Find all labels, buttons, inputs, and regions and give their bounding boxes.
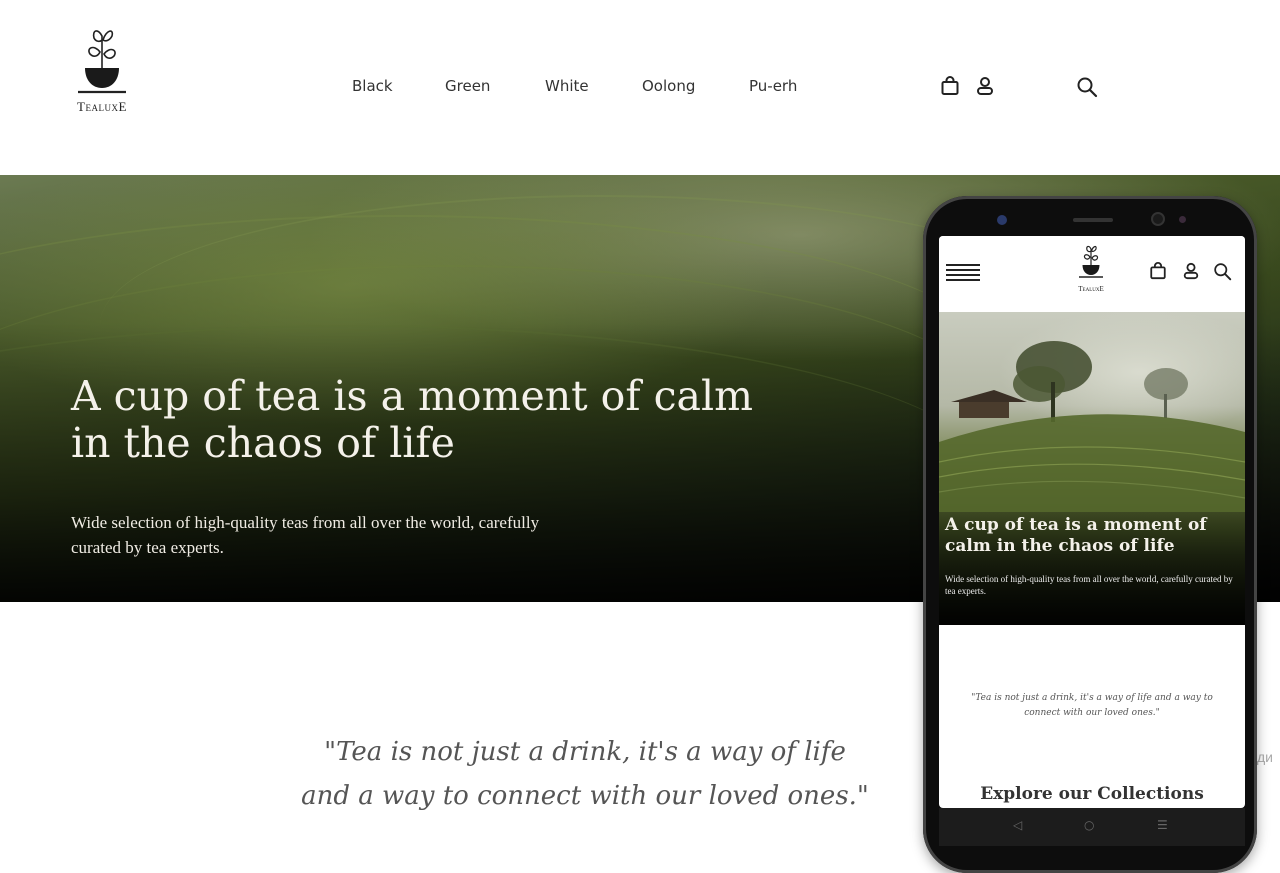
tea-cup-logo-icon <box>78 30 126 94</box>
nav-item-pu-erh[interactable]: Pu-erh <box>749 77 797 95</box>
mobile-hero-banner: A cup of tea is a moment of calm in the … <box>939 312 1245 625</box>
mobile-brand-logo[interactable]: TealuxE <box>1074 244 1108 293</box>
brand-logo[interactable]: TealuxE <box>70 26 134 116</box>
recent-apps-nav-icon[interactable]: ☰ <box>1157 818 1168 832</box>
shopping-bag-icon[interactable] <box>1149 262 1167 280</box>
mobile-header: TealuxE <box>939 236 1245 312</box>
nav-item-oolong[interactable]: Oolong <box>642 77 695 95</box>
truncated-edge-text: ди <box>1257 749 1273 765</box>
search-icon[interactable] <box>1076 76 1098 98</box>
android-nav-bar: ◁ ○ ☰ <box>939 808 1245 846</box>
mobile-brand-wordmark: TealuxE <box>1078 285 1104 293</box>
hamburger-menu-icon[interactable] <box>946 264 980 282</box>
site-header: TealuxE Black Green White Oolong Pu-erh <box>0 0 1280 175</box>
brand-wordmark: TealuxE <box>77 99 127 114</box>
misty-tree-scene <box>939 341 1245 512</box>
phone-screen: TealuxE A cup of tea is a moment of calm… <box>939 236 1245 808</box>
nav-item-black[interactable]: Black <box>352 77 393 95</box>
phone-speaker <box>1073 218 1113 222</box>
shopping-bag-icon[interactable] <box>940 76 960 96</box>
phone-mockup: TealuxE A cup of tea is a moment of calm… <box>923 196 1257 873</box>
front-camera <box>997 215 1007 225</box>
tea-cup-logo-icon <box>1079 245 1103 278</box>
hero-title: A cup of tea is a moment of calm in the … <box>71 372 753 467</box>
mobile-hero-title: A cup of tea is a moment of calm in the … <box>945 515 1207 556</box>
back-nav-icon[interactable]: ◁ <box>1013 818 1022 832</box>
mobile-hero-subtitle: Wide selection of high-quality teas from… <box>945 574 1233 596</box>
home-nav-icon[interactable]: ○ <box>1084 818 1094 832</box>
nav-item-white[interactable]: White <box>545 77 589 95</box>
mobile-tea-quote: "Tea is not just a drink, it's a way of … <box>971 693 1213 718</box>
user-icon[interactable] <box>1182 262 1200 280</box>
phone-sensor <box>1179 216 1186 223</box>
tea-quote: "Tea is not just a drink, it's a way of … <box>301 737 869 811</box>
explore-collections-heading: Explore our Collections <box>980 784 1204 804</box>
user-icon[interactable] <box>975 76 995 96</box>
phone-sensor <box>1151 212 1165 226</box>
nav-item-green[interactable]: Green <box>445 77 490 95</box>
search-icon[interactable] <box>1213 262 1232 281</box>
hero-subtitle: Wide selection of high-quality teas from… <box>71 513 540 557</box>
